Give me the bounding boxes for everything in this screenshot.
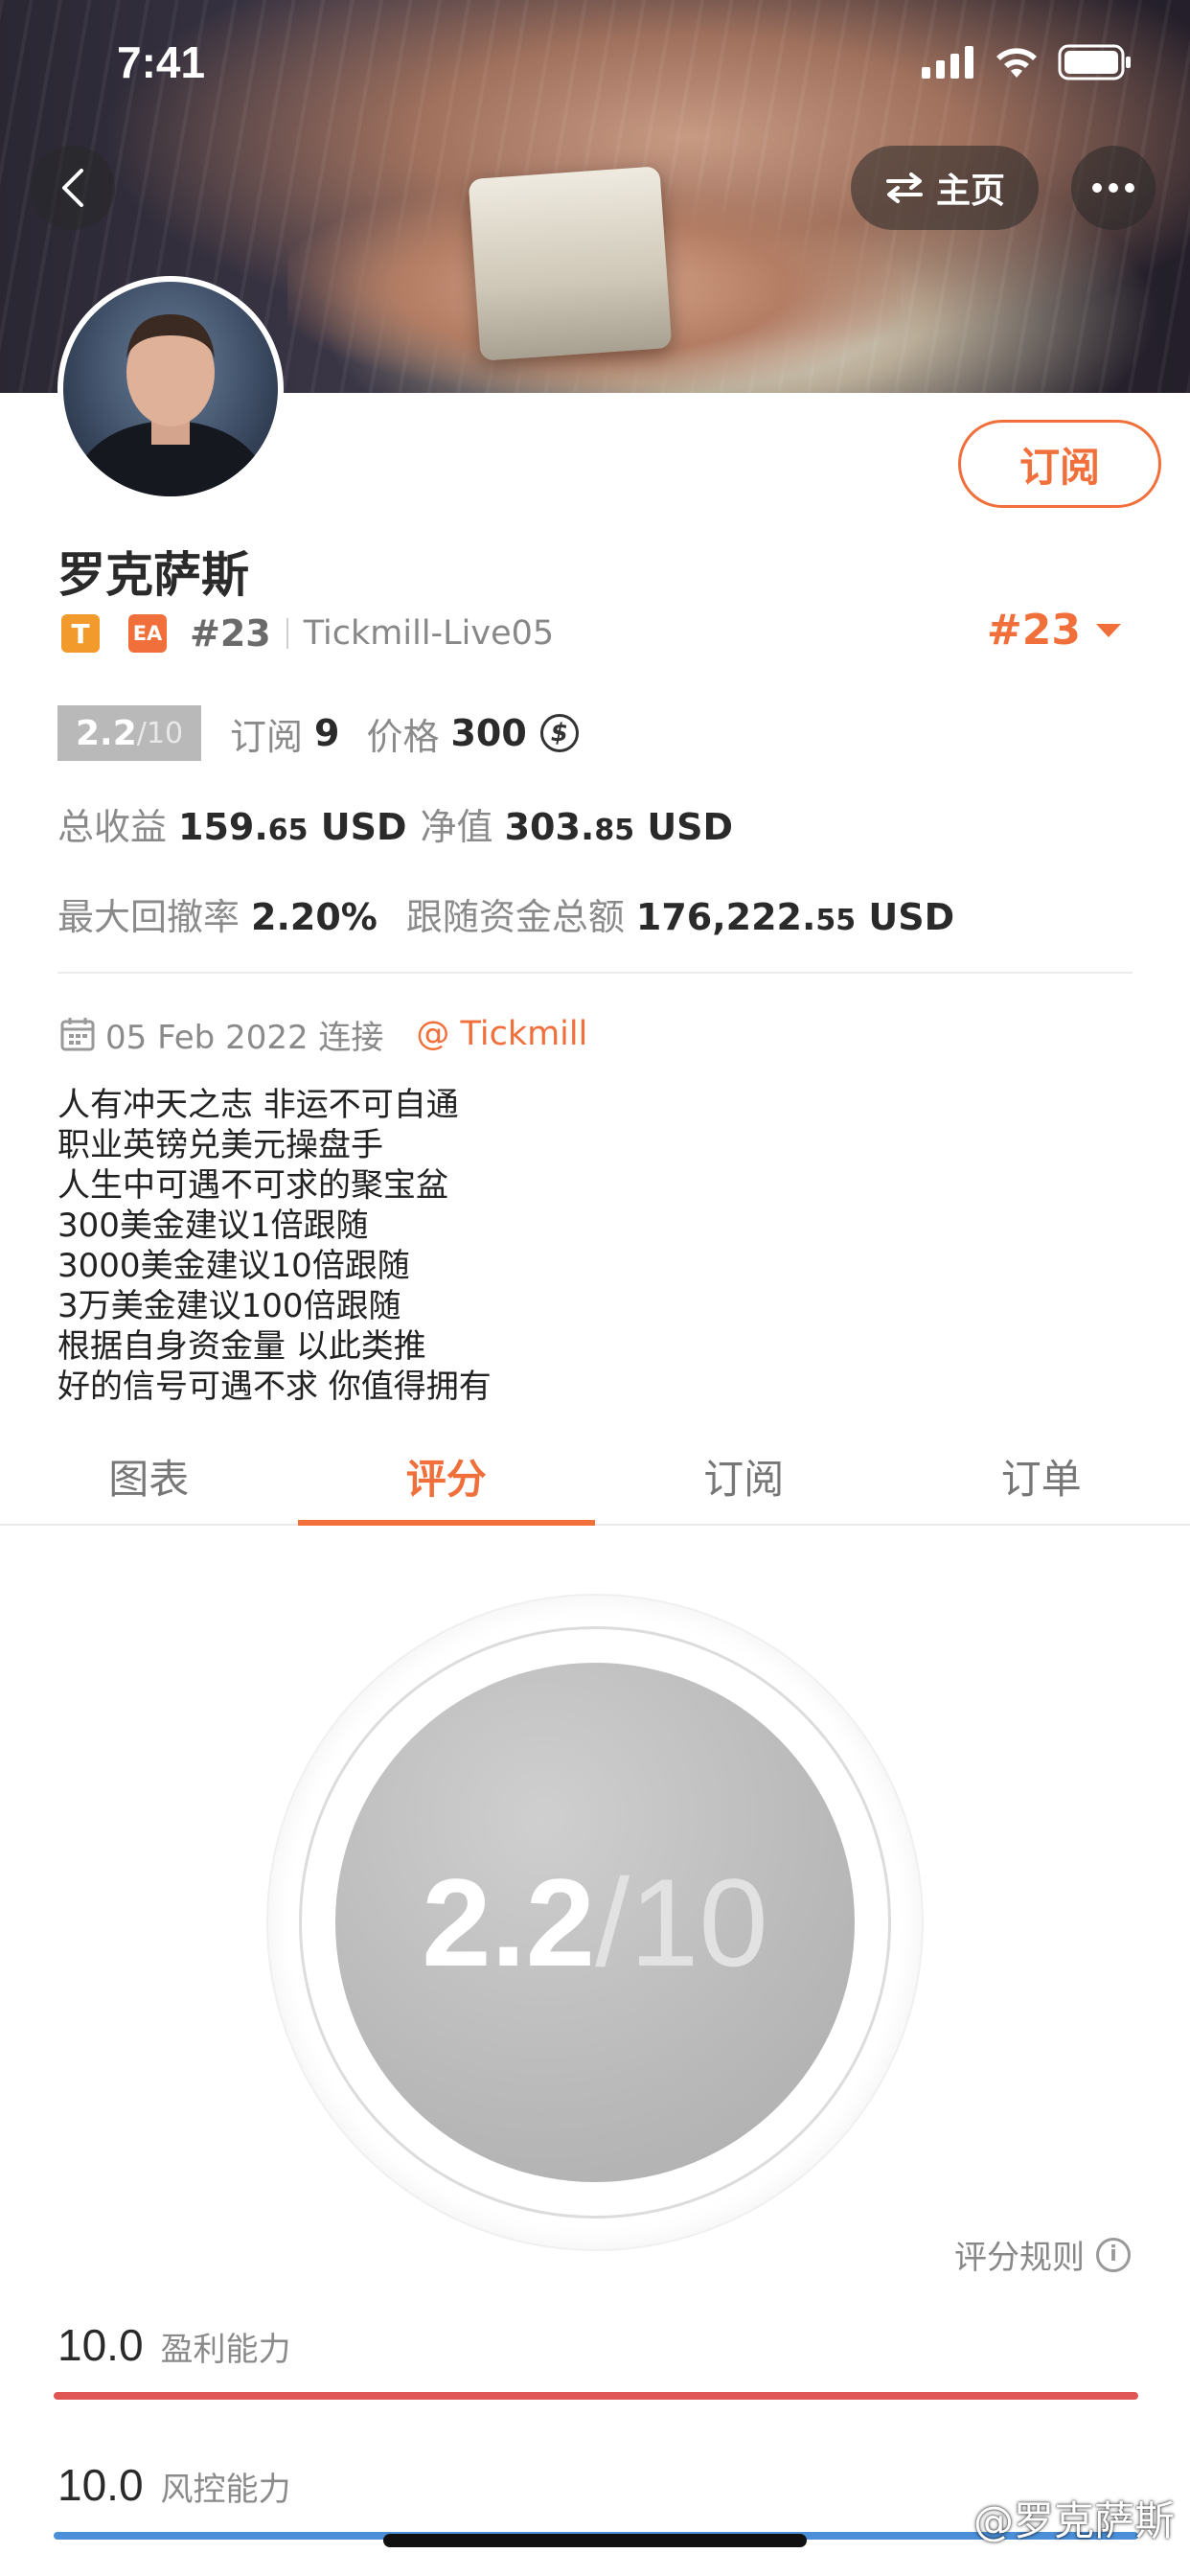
total-profit-main: 159.	[178, 806, 268, 848]
follow-funds-main: 176,222.	[635, 896, 816, 938]
drawdown-label: 最大回撤率	[57, 896, 240, 938]
profile-tags: T EA #23 Tickmill-Live05	[61, 610, 554, 657]
section-divider	[57, 972, 1133, 974]
calendar-icon	[60, 1018, 95, 1051]
avatar-portrait	[75, 314, 266, 496]
equity-main: 303.	[504, 806, 595, 848]
score-circle: 2.2/10	[335, 1663, 855, 2182]
back-button[interactable]	[31, 146, 115, 230]
drawdown-value: 2.20%	[251, 896, 378, 938]
status-time: 7:41	[117, 37, 206, 87]
tag-t-badge: T	[61, 614, 100, 653]
ability-label: 风控能力	[160, 2471, 291, 2509]
tab-chart[interactable]: 图表	[0, 1428, 298, 1524]
bio-line: 300美金建议1倍跟随	[57, 1207, 369, 1245]
tab-bar: 图表 评分 订阅 订单	[0, 1428, 1190, 1526]
equity-dec: 85	[594, 814, 635, 847]
score-badge: 2.2/10	[57, 705, 201, 761]
divider	[286, 618, 288, 649]
bio-line: 人有冲天之志 非运不可自通	[57, 1086, 459, 1124]
info-icon: i	[1096, 2237, 1131, 2272]
rating-rules-label: 评分规则	[954, 2239, 1085, 2277]
bio-line: 好的信号可遇不求 你值得拥有	[57, 1368, 492, 1406]
total-profit-unit: USD	[320, 806, 407, 848]
more-button[interactable]	[1071, 146, 1156, 230]
broker-link[interactable]: @ Tickmill	[416, 1015, 587, 1053]
price-value: 300	[450, 712, 527, 754]
rating-rules-link[interactable]: 评分规则 i	[954, 2231, 1131, 2278]
follow-funds-dec: 55	[815, 904, 857, 937]
bio-line: 人生中可遇不可求的聚宝盆	[57, 1166, 448, 1205]
bio-line: 根据自身资金量 以此类推	[57, 1327, 426, 1366]
equity-label: 净值	[420, 806, 493, 848]
wifi-icon	[996, 48, 1037, 78]
swap-icon	[885, 172, 923, 203]
ability-bar-fill	[54, 2392, 1138, 2400]
signal-icon	[922, 46, 973, 79]
watermark: @罗克萨斯	[973, 2497, 1175, 2544]
total-profit-dec: 65	[267, 814, 309, 847]
subscribe-count: 9	[314, 712, 340, 754]
meta-row: 05 Feb 2022 连接 @ Tickmill	[59, 1010, 587, 1058]
drawdown-row: 最大回撤率 2.20% 跟随资金总额 176,222.55 USD	[57, 887, 981, 943]
bio-line: 3万美金建议100倍跟随	[57, 1287, 401, 1325]
battery-icon	[1058, 44, 1131, 80]
ability-value: 10.0	[57, 2460, 144, 2510]
bio: 人有冲天之志 非运不可自通 职业英镑兑美元操盘手 人生中可遇不可求的聚宝盆 30…	[57, 1085, 1131, 1407]
avatar[interactable]	[57, 276, 284, 502]
follow-funds-label: 跟随资金总额	[405, 896, 625, 938]
tab-rating[interactable]: 评分	[297, 1428, 596, 1526]
score-row: 2.2/10 订阅 9 价格 300 $	[57, 705, 579, 761]
bio-line: 职业英镑兑美元操盘手	[57, 1126, 383, 1164]
tab-subscribe[interactable]: 订阅	[595, 1428, 893, 1524]
home-label: 主页	[935, 172, 1005, 211]
total-profit-label: 总收益	[57, 806, 168, 848]
home-indicator	[383, 2534, 807, 2547]
ability-label: 盈利能力	[160, 2331, 291, 2369]
subscribe-button[interactable]: 订阅	[958, 420, 1161, 508]
score-badge-value: 2.2	[75, 713, 137, 753]
home-button[interactable]: 主页	[851, 146, 1039, 230]
rating-denominator: /10	[595, 1852, 768, 1992]
ability-value: 10.0	[57, 2320, 144, 2370]
score-badge-den: /10	[136, 716, 184, 750]
server-name: Tickmill-Live05	[303, 614, 555, 653]
profile-name: 罗克萨斯	[57, 547, 249, 603]
status-icons	[922, 44, 1133, 80]
more-dots-icon	[1092, 183, 1134, 193]
equity-unit: USD	[647, 806, 734, 848]
profit-row: 总收益 159.65 USD 净值 303.85 USD	[57, 797, 760, 853]
tab-orders[interactable]: 订单	[893, 1428, 1190, 1524]
rating-score: 2.2	[422, 1852, 595, 1992]
rank-dropdown-label: #23	[986, 606, 1081, 655]
ability-bar-track	[54, 2392, 1138, 2400]
connect-date: 05 Feb 2022 连接	[105, 1018, 384, 1057]
tag-ea-badge: EA	[128, 614, 167, 653]
subscribe-count-label: 订阅	[230, 715, 304, 758]
bio-line: 3000美金建议10倍跟随	[57, 1247, 410, 1285]
caret-down-icon	[1096, 623, 1121, 637]
cover-banknote	[468, 166, 673, 361]
price-label: 价格	[366, 715, 440, 758]
status-bar: 7:41	[0, 0, 1190, 134]
currency-icon: $	[539, 714, 579, 752]
rank-dropdown[interactable]: #23	[987, 606, 1123, 655]
rank-label: #23	[190, 612, 271, 655]
ability-profit: 10.0 盈利能力	[54, 2319, 1138, 2400]
chevron-left-icon	[62, 169, 83, 207]
follow-funds-unit: USD	[868, 896, 955, 938]
